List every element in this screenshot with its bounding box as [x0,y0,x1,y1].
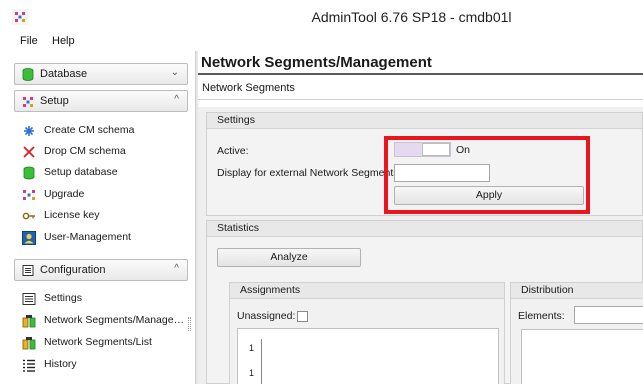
distribution-group-title: Distribution [521,284,574,296]
active-label: Active: [217,145,249,157]
nav-create-cm-schema[interactable]: Create CM schema [20,122,190,140]
analyze-button[interactable]: Analyze [217,248,361,267]
menu-file[interactable]: File [20,35,38,47]
database-icon [22,68,34,81]
section-configuration[interactable]: Configuration ^ [14,259,188,281]
chevron-up-icon: ^ [174,263,179,274]
elements-select[interactable] [574,306,643,324]
elements-label: Elements: [518,310,565,322]
drop-schema-icon [23,146,35,158]
assignments-y-tick: 1 [249,368,255,378]
upgrade-icon [23,190,35,200]
configuration-icon [22,265,34,276]
chevron-down-icon: ⌄ [170,67,179,78]
nav-setup-database[interactable]: Setup database [20,164,190,182]
title-bar: AdminTool 6.76 SP18 - cmdb01l [0,0,643,33]
assignments-group: Assignments Unassigned: 1 1 [229,282,505,384]
section-database-label: Database [40,68,88,80]
section-configuration-label: Configuration [40,264,106,276]
subtitle-divider [198,99,643,100]
window-title: AdminTool 6.76 SP18 - cmdb01l [311,9,512,25]
history-icon [23,359,35,372]
nav-network-segments-management[interactable]: Network Segments/Manage… [20,312,190,330]
main-panel: Network Segments/Management Network Segm… [198,51,643,384]
user-management-icon [22,231,36,245]
chevron-up-icon: ^ [174,94,179,105]
assignments-y-tick: 1 [249,343,255,353]
nav-drop-cm-schema[interactable]: Drop CM schema [20,143,190,161]
assignments-group-header: Assignments [230,283,504,299]
highlight-box [384,136,590,214]
assignments-y-axis [261,339,262,384]
settings-list-icon [22,293,36,305]
unassigned-checkbox[interactable] [297,311,308,322]
distribution-chart [521,329,643,384]
nav-network-segments-management-label: Network Segments/Manage… [44,314,185,326]
nav-license-key[interactable]: License key [20,207,190,225]
section-setup[interactable]: Setup ^ [14,90,188,112]
section-setup-label: Setup [40,95,69,107]
menu-help[interactable]: Help [52,35,75,47]
external-segments-label: Display for external Network Segments: [217,167,402,179]
title-divider [198,73,643,75]
distribution-group: Distribution Elements: [510,282,643,384]
nav-drop-cm-schema-label: Drop CM schema [44,145,126,157]
nav-setup-database-label: Setup database [44,166,118,178]
assignments-group-title: Assignments [240,284,301,296]
nav-network-segments-list-label: Network Segments/List [44,336,152,348]
distribution-group-header: Distribution [511,283,643,299]
database-icon [23,166,35,180]
statistics-group: Statistics Analyze Assignments Unassigne… [206,220,643,384]
nav-user-management-label: User-Management [44,231,131,243]
setup-icon [23,97,33,107]
nav-network-segments-list[interactable]: Network Segments/List [20,334,190,352]
nav-user-management[interactable]: User-Management [20,229,190,247]
settings-group-header: Settings [207,113,642,129]
nav-settings[interactable]: Settings [20,290,190,308]
key-icon [22,212,35,220]
network-segments-icon [22,315,36,328]
assignments-chart: 1 1 [237,328,499,384]
splitter-grip[interactable] [188,317,191,331]
section-database[interactable]: Database ⌄ [14,63,188,85]
statistics-group-title: Statistics [217,222,260,234]
create-schema-icon [24,126,34,136]
page-subtitle: Network Segments [202,82,295,94]
sidebar: Database ⌄ Setup ^ Create CM schema Drop… [0,51,196,384]
nav-license-key-label: License key [44,209,100,221]
statistics-group-header: Statistics [207,221,642,237]
nav-settings-label: Settings [44,292,82,304]
network-list-icon [22,337,36,350]
nav-history-label: History [44,358,77,370]
settings-group-title: Settings [217,114,255,126]
menu-bar: File Help [0,33,643,51]
nav-history[interactable]: History [20,356,190,374]
nav-create-cm-schema-label: Create CM schema [44,124,135,136]
unassigned-label: Unassigned: [237,310,296,322]
page-title: Network Segments/Management [201,54,432,71]
nav-upgrade-label: Upgrade [44,188,85,200]
nav-upgrade[interactable]: Upgrade [20,186,190,204]
